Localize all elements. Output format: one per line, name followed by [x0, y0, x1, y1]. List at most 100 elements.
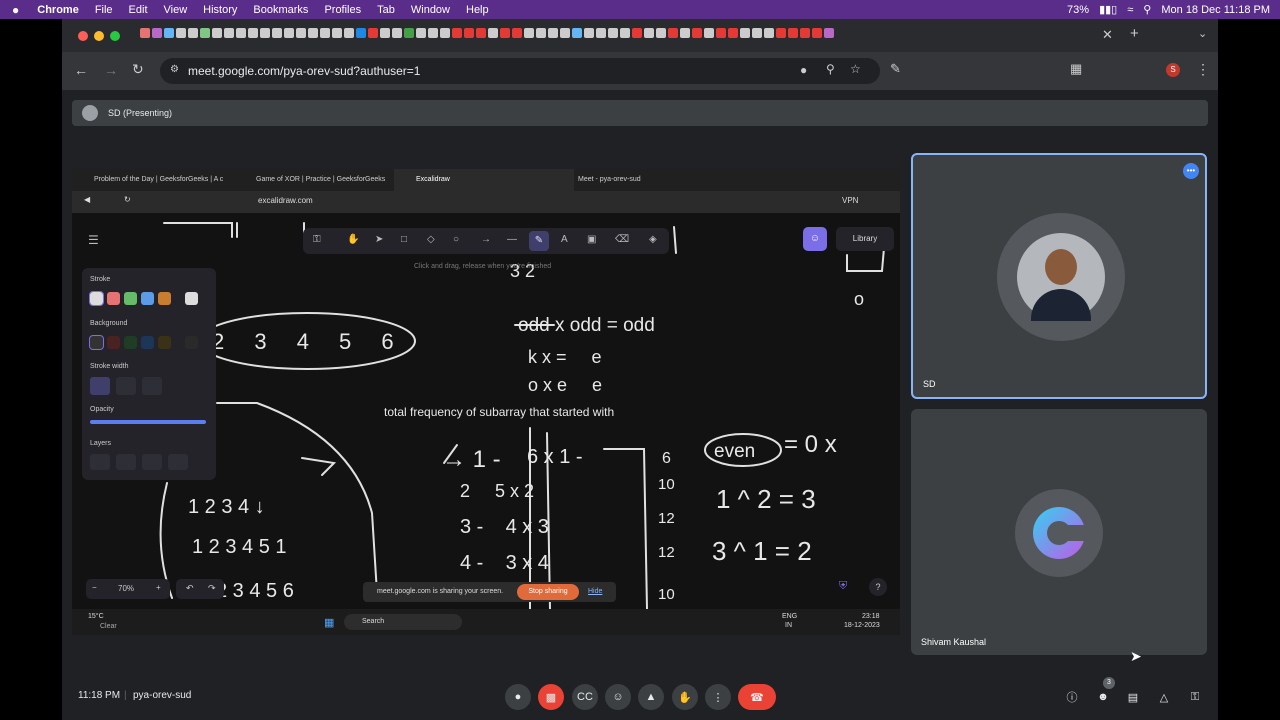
zoom-out-icon[interactable]: − [92, 583, 97, 592]
favicon-icon[interactable] [404, 28, 414, 38]
favicon-icon[interactable] [200, 28, 210, 38]
menu-history[interactable]: History [203, 4, 237, 16]
emoji-button[interactable]: ☺ [605, 684, 631, 710]
favicon-icon[interactable] [632, 28, 642, 38]
back-icon[interactable]: ← [74, 62, 88, 78]
favicon-icon[interactable] [524, 28, 534, 38]
stroke-swatch[interactable] [141, 292, 154, 305]
shared-back-icon[interactable]: ◀ [84, 195, 90, 204]
favicon-icon[interactable] [248, 28, 258, 38]
favicon-icon[interactable] [272, 28, 282, 38]
favicon-icon[interactable] [800, 28, 810, 38]
favicon-icon[interactable] [332, 28, 342, 38]
lang-1[interactable]: ENG [782, 613, 797, 620]
menu-view[interactable]: View [164, 4, 188, 16]
stroke-width-thin[interactable] [90, 377, 110, 395]
favicon-icon[interactable] [344, 28, 354, 38]
favicon-icon[interactable] [284, 28, 294, 38]
raise-hand-button[interactable]: ✋ [672, 684, 698, 710]
chrome-menu-icon[interactable]: ⋮ [1196, 61, 1210, 78]
stroke-width-bold[interactable] [115, 377, 136, 395]
favicon-icon[interactable] [764, 28, 774, 38]
forward-icon[interactable]: → [104, 62, 118, 78]
menu-help[interactable]: Help [466, 4, 489, 16]
stop-sharing-button[interactable]: Stop sharing [517, 584, 579, 600]
zoom-in-icon[interactable]: + [156, 583, 161, 592]
favicon-icon[interactable] [320, 28, 330, 38]
favicon-icon[interactable] [824, 28, 834, 38]
profile-avatar-icon[interactable]: S [1166, 63, 1180, 77]
meeting-info-button[interactable]: ⓘ [1059, 684, 1085, 710]
menu-profiles[interactable]: Profiles [324, 4, 361, 16]
chat-button[interactable]: ▤ [1120, 684, 1146, 710]
diamond-icon[interactable]: ◇ [427, 234, 435, 245]
stroke-swatch[interactable] [89, 291, 104, 306]
favicon-icon[interactable] [392, 28, 402, 38]
more-tools-icon[interactable]: ◈ [649, 234, 657, 245]
host-controls-button[interactable]: ⚿ [1182, 684, 1208, 710]
background-swatch[interactable] [141, 336, 154, 349]
library-button[interactable]: Library [836, 227, 894, 251]
favicon-icon[interactable] [512, 28, 522, 38]
favicon-icon[interactable] [368, 28, 378, 38]
stroke-swatch[interactable] [124, 292, 137, 305]
clock[interactable]: Mon 18 Dec 11:18 PM [1161, 4, 1270, 16]
favicon-icon[interactable] [476, 28, 486, 38]
more-options-button[interactable]: ⋮ [705, 684, 731, 710]
stroke-width-extra[interactable] [141, 377, 162, 395]
favicon-icon[interactable] [236, 28, 246, 38]
weather-desc[interactable]: Clear [100, 623, 117, 630]
favicon-icon[interactable] [728, 28, 738, 38]
battery-percent[interactable]: 73% [1067, 4, 1089, 16]
taskbar-search-box[interactable]: Search [344, 614, 462, 630]
ellipse-icon[interactable]: ○ [453, 234, 459, 245]
shared-address-url[interactable]: excalidraw.com [258, 196, 313, 205]
favicon-icon[interactable] [380, 28, 390, 38]
bring-forward-icon[interactable] [142, 454, 162, 470]
lang-2[interactable]: IN [785, 622, 792, 629]
favicon-icon[interactable] [548, 28, 558, 38]
tab-search-icon[interactable]: ⌄ [1198, 27, 1207, 40]
favicon-icon[interactable] [308, 28, 318, 38]
wifi-icon[interactable]: ≈ [1127, 4, 1133, 16]
microphone-icon[interactable]: ● [800, 63, 807, 77]
arrow-icon[interactable]: → [481, 234, 491, 245]
favicon-icon[interactable] [776, 28, 786, 38]
hide-link[interactable]: Hide [588, 588, 602, 595]
stroke-swatch[interactable] [185, 292, 198, 305]
background-swatch[interactable] [185, 336, 198, 349]
new-tab-icon[interactable]: + [1130, 25, 1139, 42]
lock-icon[interactable]: ⚿ [313, 234, 321, 245]
present-button[interactable]: ▲ [638, 684, 664, 710]
bring-to-front-icon[interactable] [168, 454, 188, 470]
zoom-icon[interactable]: ⚲ [826, 62, 835, 76]
favicon-icon[interactable] [644, 28, 654, 38]
participant-tile-sd[interactable]: ••• SD [911, 153, 1207, 399]
favicon-icon[interactable] [716, 28, 726, 38]
favicon-icon[interactable] [212, 28, 222, 38]
apple-icon[interactable]: ● [12, 3, 19, 17]
address-bar[interactable]: ⚙ meet.google.com/pya-orev-sud?authuser=… [160, 58, 880, 84]
favicon-icon[interactable] [704, 28, 714, 38]
shared-tab-game-of-xor[interactable]: Game of XOR | Practice | GeeksforGeeks [234, 169, 414, 191]
shared-vpn-label[interactable]: VPN [842, 196, 858, 205]
favicon-icon[interactable] [500, 28, 510, 38]
favicon-icon[interactable] [452, 28, 462, 38]
redo-icon[interactable]: ↷ [208, 583, 216, 594]
menu-bookmarks[interactable]: Bookmarks [253, 4, 308, 16]
close-window-button[interactable] [78, 31, 88, 41]
close-tab-icon[interactable]: ✕ [1102, 27, 1113, 43]
favicon-icon[interactable] [152, 28, 162, 38]
favicon-icon[interactable] [140, 28, 150, 38]
favicon-icon[interactable] [596, 28, 606, 38]
favicon-icon[interactable] [740, 28, 750, 38]
favicon-icon[interactable] [296, 28, 306, 38]
shared-tab-meet[interactable]: Meet - pya-orev-sud [556, 169, 736, 191]
favicon-icon[interactable] [164, 28, 174, 38]
favicon-icon[interactable] [680, 28, 690, 38]
send-backward-icon[interactable] [116, 454, 136, 470]
camera-off-button[interactable]: ▩ [538, 684, 564, 710]
background-swatch[interactable] [89, 335, 104, 350]
help-icon[interactable]: ? [869, 578, 887, 596]
background-swatch[interactable] [124, 336, 137, 349]
